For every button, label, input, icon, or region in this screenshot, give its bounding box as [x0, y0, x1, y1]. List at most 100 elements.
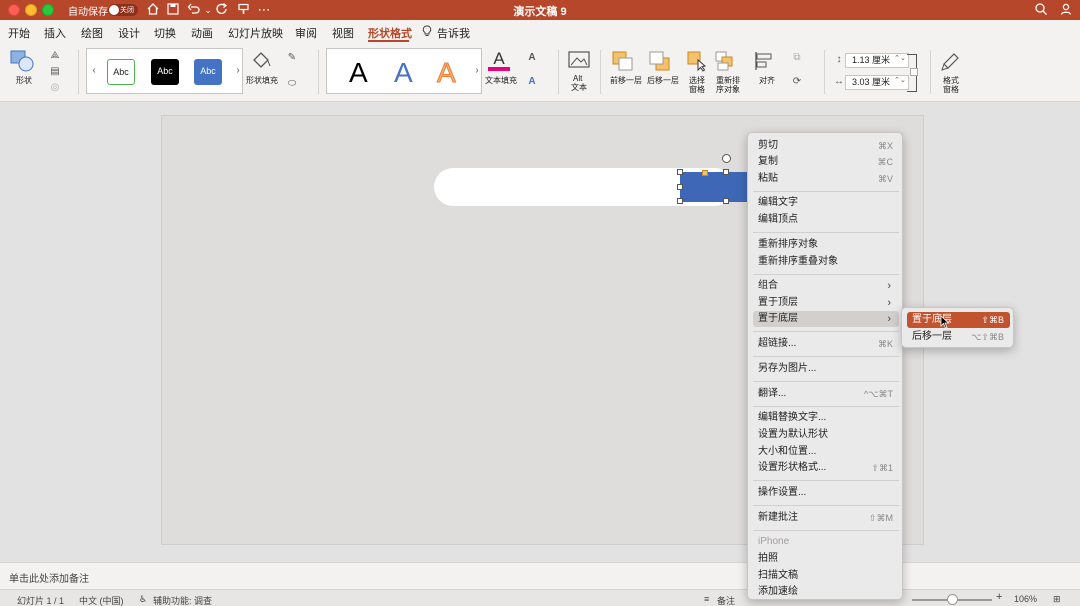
divider	[824, 50, 825, 94]
wordart-style-blue[interactable]: A	[394, 57, 413, 89]
tab-slideshow[interactable]: 幻灯片放映	[228, 25, 283, 41]
menu-item-set-default-shape[interactable]: 设置为默认形状	[753, 427, 899, 443]
rotate-icon[interactable]: ⟳	[790, 76, 804, 88]
resize-handle[interactable]	[723, 169, 729, 175]
resize-handle[interactable]	[677, 198, 683, 204]
menu-item-translate[interactable]: 翻译... ^⌥⌘T	[753, 386, 899, 402]
tab-draw[interactable]: 绘图	[81, 25, 103, 41]
wordart-style-orange[interactable]: A	[437, 57, 457, 89]
gallery-prev-icon[interactable]: ‹	[87, 65, 101, 77]
format-painter-icon[interactable]	[236, 2, 252, 18]
menu-item-paste[interactable]: 粘贴 ⌘V	[753, 171, 899, 187]
shape-outline-icon[interactable]: ✎	[285, 52, 299, 64]
tab-animations[interactable]: 动画	[191, 25, 213, 41]
menu-item-cut[interactable]: 剪切 ⌘X	[753, 138, 899, 154]
bring-forward-icon[interactable]	[611, 50, 635, 72]
search-icon[interactable]	[1033, 2, 1049, 18]
reorder-objects-icon[interactable]	[714, 50, 738, 72]
merge-shapes-icon[interactable]: ◎	[48, 82, 62, 94]
submenu-item-send-to-back[interactable]: 置于底层 ⇧⌘B	[907, 312, 1010, 328]
edit-shape-icon[interactable]: ⟁	[48, 50, 62, 62]
menu-item-edit-alt-text[interactable]: 编辑替换文字...	[753, 410, 899, 426]
tab-view[interactable]: 视图	[332, 25, 354, 41]
notes-toggle[interactable]: 备注	[717, 594, 735, 606]
text-effects-icon[interactable]: A	[525, 76, 539, 88]
text-fill-icon[interactable]: A	[487, 50, 511, 72]
home-icon[interactable]	[145, 2, 161, 18]
menu-item-size-position[interactable]: 大小和位置...	[753, 444, 899, 460]
menu-item-add-sketch[interactable]: 添加速绘	[753, 584, 899, 600]
tab-shape-format[interactable]: 形状格式	[368, 25, 412, 41]
menu-item-new-comment[interactable]: 新建批注 ⇧⌘M	[753, 510, 899, 526]
menu-item-bring-to-front[interactable]: 置于顶层 ›	[753, 295, 899, 311]
format-pane-icon[interactable]	[940, 50, 964, 72]
menu-item-hyperlink[interactable]: 超链接... ⌘K	[753, 336, 899, 352]
menu-item-action-settings[interactable]: 操作设置...	[753, 485, 899, 501]
alt-text-icon[interactable]	[567, 50, 591, 70]
menu-item-edit-text[interactable]: 编辑文字	[753, 195, 899, 211]
menu-item-reorder-overlapping[interactable]: 重新排序重叠对象	[753, 254, 899, 270]
menu-item-reorder-objects[interactable]: 重新排序对象	[753, 237, 899, 253]
accessibility-status[interactable]: 辅助功能: 调查	[153, 594, 212, 606]
menu-item-copy[interactable]: 复制 ⌘C	[753, 154, 899, 170]
maximize-window-button[interactable]	[42, 4, 54, 16]
shape-style-outline[interactable]: Abc	[107, 59, 135, 85]
selected-rectangle-shape[interactable]	[680, 172, 750, 202]
gallery-next-icon[interactable]: ›	[231, 65, 245, 77]
tab-insert[interactable]: 插入	[44, 25, 66, 41]
send-backward-icon[interactable]	[648, 50, 672, 72]
paint-bucket-icon[interactable]	[250, 50, 276, 72]
redo-icon[interactable]	[214, 2, 230, 18]
shape-style-black[interactable]: Abc	[151, 59, 179, 85]
tab-transitions[interactable]: 切换	[154, 25, 176, 41]
group-icon[interactable]: ⧉	[790, 52, 804, 64]
align-icon[interactable]	[753, 50, 775, 72]
shape-styles-gallery: ‹ Abc Abc Abc ›	[86, 48, 243, 94]
gallery-next-icon[interactable]: ›	[470, 65, 484, 77]
language-indicator[interactable]: 中文 (中国)	[79, 594, 124, 606]
accessibility-icon: ♿	[139, 594, 148, 604]
shape-effects-icon[interactable]: ⬭	[285, 78, 299, 90]
width-stepper[interactable]: ⌃⌄	[893, 75, 907, 87]
send-backward-label: 后移一层	[647, 76, 679, 85]
menu-item-edit-points[interactable]: 编辑顶点	[753, 212, 899, 228]
share-people-icon[interactable]	[1058, 2, 1074, 18]
notes-pane[interactable]: 单击此处添加备注	[0, 562, 1080, 589]
wordart-style-black[interactable]: A	[349, 57, 368, 89]
resize-handle[interactable]	[723, 198, 729, 204]
resize-handle[interactable]	[677, 169, 683, 175]
submenu-item-send-backward[interactable]: 后移一层 ⌥⇧⌘B	[907, 329, 1010, 345]
menu-item-group[interactable]: 组合 ›	[753, 278, 899, 294]
menu-item-save-as-picture[interactable]: 另存为图片...	[753, 361, 899, 377]
tab-home[interactable]: 开始	[8, 25, 30, 41]
menu-item-label: 置于顶层	[758, 297, 798, 308]
more-icon[interactable]: ⋯	[256, 2, 272, 18]
menu-item-format-shape[interactable]: 设置形状格式... ⇧⌘1	[753, 460, 899, 476]
shapes-icon[interactable]	[9, 50, 39, 72]
adjustment-handle[interactable]	[702, 170, 708, 176]
close-window-button[interactable]	[8, 4, 20, 16]
tab-design[interactable]: 设计	[118, 25, 140, 41]
selection-pane-icon[interactable]	[686, 50, 708, 72]
menu-item-label: 新建批注	[758, 512, 798, 523]
tab-review[interactable]: 审阅	[295, 25, 317, 41]
zoom-in-icon[interactable]: +	[996, 591, 1002, 603]
width-value: 3.03 厘米	[852, 77, 891, 87]
autosave-toggle[interactable]: 关闭	[108, 4, 138, 16]
menu-item-send-to-back[interactable]: 置于底层 ›	[753, 311, 899, 327]
save-icon[interactable]	[165, 2, 181, 18]
fit-to-window-icon[interactable]: ⊞	[1053, 594, 1061, 605]
minimize-window-button[interactable]	[25, 4, 37, 16]
lock-aspect-checkbox[interactable]	[910, 68, 918, 76]
resize-handle[interactable]	[677, 184, 683, 190]
rotation-handle[interactable]	[722, 154, 731, 163]
menu-item-scan-documents[interactable]: 扫描文稿	[753, 568, 899, 584]
tell-me-search[interactable]: 告诉我	[437, 25, 470, 41]
menu-item-label: 添加速绘	[758, 586, 798, 597]
height-stepper[interactable]: ⌃⌄	[893, 53, 907, 65]
shape-style-blue[interactable]: Abc	[194, 59, 222, 85]
text-box-icon[interactable]: ▤	[48, 66, 62, 78]
text-outline-icon[interactable]: A	[525, 52, 539, 64]
zoom-slider-thumb[interactable]	[947, 594, 958, 605]
menu-item-take-photo[interactable]: 拍照	[753, 551, 899, 567]
